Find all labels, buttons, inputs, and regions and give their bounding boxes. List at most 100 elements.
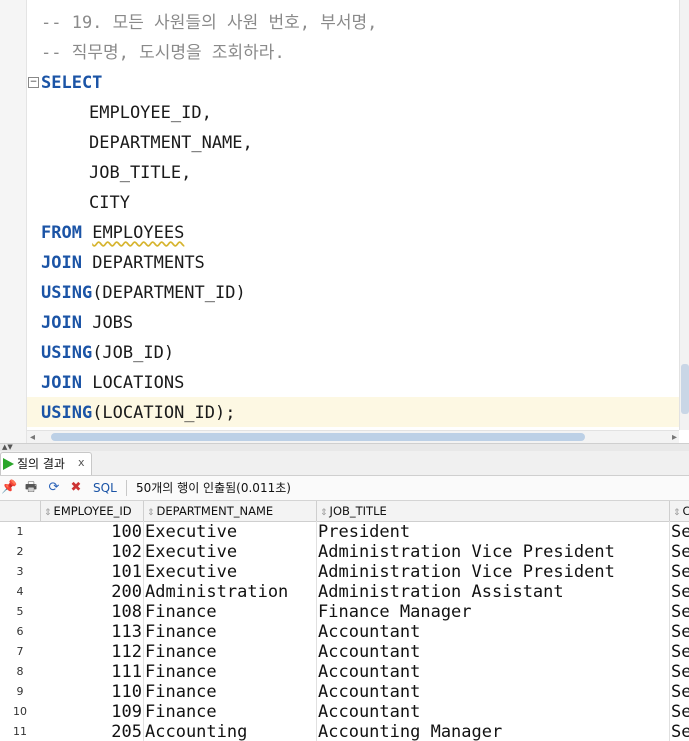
scroll-left-arrow-icon[interactable]: ◂ [30,431,35,443]
cell-city[interactable]: Se [671,602,689,622]
row-number[interactable]: 7 [0,642,40,662]
cell-department-name[interactable]: Executive [145,522,316,542]
collapse-arrows-icon[interactable]: ▲▼ [2,443,13,451]
editor-vertical-scrollbar[interactable] [679,0,689,430]
table-row[interactable]: 10 109 Finance Accountant Se [0,702,689,722]
row-number[interactable]: 4 [0,582,40,602]
cell-employee-id[interactable]: 108 [41,602,142,622]
cell-job-title[interactable]: Accountant [318,682,669,702]
row-number[interactable]: 2 [0,542,40,562]
table-row[interactable]: 5 108 Finance Finance Manager Se [0,602,689,622]
cell-job-title[interactable]: Accountant [318,642,669,662]
sort-icon[interactable]: ⇕ [320,508,328,518]
cell-department-name[interactable]: Finance [145,662,316,682]
cell-employee-id[interactable]: 100 [41,522,142,542]
table-row[interactable]: 3 101 Executive Administration Vice Preside… [0,562,689,582]
results-grid[interactable]: ⇕ EMPLOYEE_ID ⇕ DEPARTMENT_NAME ⇕ JOB_TITLE… [0,501,689,741]
editor-horizontal-scrollbar[interactable]: ◂ ▸ [27,430,679,443]
cell-employee-id[interactable]: 205 [41,722,142,741]
cell-department-name[interactable]: Accounting [145,722,316,741]
sort-icon[interactable]: ⇕ [673,508,681,518]
grid-header: ⇕ EMPLOYEE_ID ⇕ DEPARTMENT_NAME ⇕ JOB_TITLE… [0,501,689,522]
cell-job-title[interactable]: Administration Assistant [318,582,669,602]
run-icon [3,458,14,470]
table-row[interactable]: 8 111 Finance Accountant Se [0,662,689,682]
row-number[interactable]: 5 [0,602,40,622]
cell-employee-id[interactable]: 101 [41,562,142,582]
cell-employee-id[interactable]: 112 [41,642,142,662]
table-row[interactable]: 6 113 Finance Accountant Se [0,622,689,642]
cell-city[interactable]: Se [671,642,689,662]
cell-job-title[interactable]: Administration Vice President [318,542,669,562]
table-row[interactable]: 2 102 Executive Administration Vice Preside… [0,542,689,562]
column-header-job-title[interactable]: ⇕ JOB_TITLE [317,501,670,521]
table-row[interactable]: 9 110 Finance Accountant Se [0,682,689,702]
cell-job-title[interactable]: Accounting Manager [318,722,669,741]
print-icon[interactable]: 🖶 [23,480,39,496]
column-header-city[interactable]: ⇕ C [670,501,689,521]
cell-city[interactable]: Se [671,582,689,602]
cell-city[interactable]: Se [671,722,689,741]
sql-button[interactable]: SQL [93,480,117,496]
cell-employee-id[interactable]: 110 [41,682,142,702]
comment-line-2: -- 직무명, 도시명을 조회하라. [41,43,285,63]
close-icon[interactable]: x [78,452,85,474]
scrollbar-thumb[interactable] [681,364,689,414]
sort-icon[interactable]: ⇕ [44,508,52,518]
cell-job-title[interactable]: Accountant [318,702,669,722]
table-row[interactable]: 7 112 Finance Accountant Se [0,642,689,662]
cell-employee-id[interactable]: 113 [41,622,142,642]
cell-job-title[interactable]: President [318,522,669,542]
join-table: LOCATIONS [92,373,185,393]
cell-employee-id[interactable]: 111 [41,662,142,682]
row-number[interactable]: 1 [0,522,40,542]
table-row[interactable]: 4 200 Administration Administration Assista… [0,582,689,602]
keyword-from: FROM [41,223,82,243]
row-number[interactable]: 9 [0,682,40,702]
scroll-right-arrow-icon[interactable]: ▸ [672,431,677,443]
row-number[interactable]: 11 [0,722,40,741]
row-number[interactable]: 3 [0,562,40,582]
table-row[interactable]: 1 100 Executive President Se [0,522,689,542]
table-row[interactable]: 11 205 Accounting Accounting Manager Se [0,722,689,741]
from-table: EMPLOYEES [92,223,185,243]
sql-editor[interactable]: − -- 19. 모든 사원들의 사원 번호, 부서명, -- 직무명, 도시명… [0,0,689,443]
cell-employee-id[interactable]: 109 [41,702,142,722]
cell-department-name[interactable]: Executive [145,542,316,562]
refresh-icon[interactable]: ⟳ [46,480,62,496]
cell-city[interactable]: Se [671,702,689,722]
cell-job-title[interactable]: Administration Vice President [318,562,669,582]
pin-icon[interactable]: 📌 [1,480,17,496]
column-header-department-name[interactable]: ⇕ DEPARTMENT_NAME [144,501,317,521]
cell-department-name[interactable]: Finance [145,682,316,702]
cell-city[interactable]: Se [671,662,689,682]
cell-department-name[interactable]: Administration [145,582,316,602]
row-number[interactable]: 8 [0,662,40,682]
cell-city[interactable]: Se [671,562,689,582]
sort-icon[interactable]: ⇕ [147,508,155,518]
cell-city[interactable]: Se [671,622,689,642]
tab-query-result[interactable]: 질의 결과 x [0,452,92,475]
join-line-2: JOIN JOBS [41,308,133,338]
cell-city[interactable]: Se [671,522,689,542]
cell-job-title[interactable]: Finance Manager [318,602,669,622]
cell-department-name[interactable]: Finance [145,702,316,722]
cell-department-name[interactable]: Executive [145,562,316,582]
cancel-fetch-icon[interactable]: ✖ [68,480,84,496]
join-table: JOBS [92,313,134,333]
row-number[interactable]: 10 [0,702,40,722]
fold-toggle-icon[interactable]: − [28,77,39,88]
cell-job-title[interactable]: Accountant [318,662,669,682]
cell-department-name[interactable]: Finance [145,622,316,642]
cell-job-title[interactable]: Accountant [318,622,669,642]
cell-employee-id[interactable]: 200 [41,582,142,602]
using-line-3: USING(LOCATION_ID); [41,398,235,428]
cell-city[interactable]: Se [671,542,689,562]
cell-department-name[interactable]: Finance [145,602,316,622]
cell-city[interactable]: Se [671,682,689,702]
row-number[interactable]: 6 [0,622,40,642]
column-header-employee-id[interactable]: ⇕ EMPLOYEE_ID [41,501,144,521]
scrollbar-thumb[interactable] [51,433,585,441]
cell-employee-id[interactable]: 102 [41,542,142,562]
cell-department-name[interactable]: Finance [145,642,316,662]
